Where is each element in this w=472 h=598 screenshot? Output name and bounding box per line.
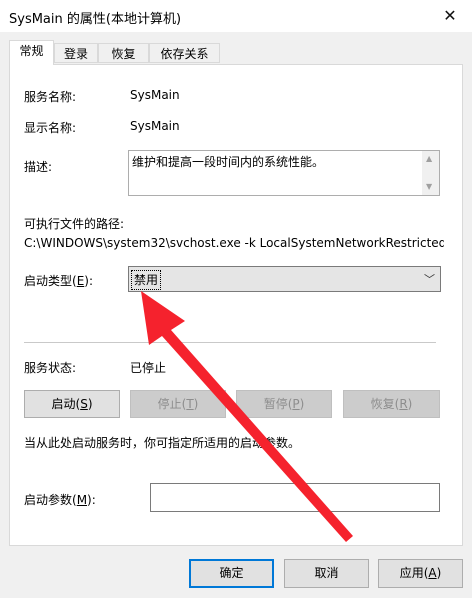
hint-text: 当从此处启动服务时，你可指定所适用的启动参数。 [24,436,301,450]
display-name-label: 显示名称: [24,121,77,135]
service-status-value: 已停止 [130,361,167,375]
description-label: 描述: [24,160,53,174]
startup-type-select[interactable]: 禁用 ﹀ [128,266,441,292]
divider [24,342,436,343]
start-params-label: 启动参数(M): [24,493,96,507]
window-title: SysMain 的属性(本地计算机) [9,12,182,27]
description-text: 维护和提高一段时间内的系统性能。 [132,155,325,169]
title-bar: SysMain 的属性(本地计算机) ✕ [0,0,472,33]
description-scrollbar[interactable]: ▲ ▼ [422,151,439,195]
resume-button[interactable]: 恢复(R) [343,390,440,418]
description-field[interactable]: 维护和提高一段时间内的系统性能。 ▲ ▼ [128,150,440,196]
tab-general[interactable]: 常规 [9,40,54,65]
startup-type-label: 启动类型(E): [24,274,94,288]
tab-recovery[interactable]: 恢复 [98,43,149,63]
general-panel [9,64,463,546]
stop-button[interactable]: 停止(T) [130,390,226,418]
exe-path-value: C:\WINDOWS\system32\svchost.exe -k Local… [24,236,444,250]
display-name-value: SysMain [130,119,180,133]
service-name-value: SysMain [130,88,180,102]
close-icon[interactable]: ✕ [436,4,464,28]
startup-type-value: 禁用 [131,270,162,290]
ok-button[interactable]: 确定 [189,559,274,588]
service-name-label: 服务名称: [24,90,77,104]
apply-button[interactable]: 应用(A) [378,559,463,588]
start-button[interactable]: 启动(S) [24,390,120,418]
pause-button[interactable]: 暂停(P) [236,390,332,418]
exe-path-label: 可执行文件的路径: [24,217,125,231]
cancel-button[interactable]: 取消 [284,559,369,588]
service-status-label: 服务状态: [24,361,77,375]
tab-logon[interactable]: 登录 [54,43,98,63]
scroll-up-icon[interactable]: ▲ [426,154,432,163]
tab-dependencies[interactable]: 依存关系 [149,43,220,63]
start-params-input[interactable] [150,483,440,512]
scroll-down-icon[interactable]: ▼ [426,182,432,191]
chevron-down-icon[interactable]: ﹀ [424,271,435,287]
